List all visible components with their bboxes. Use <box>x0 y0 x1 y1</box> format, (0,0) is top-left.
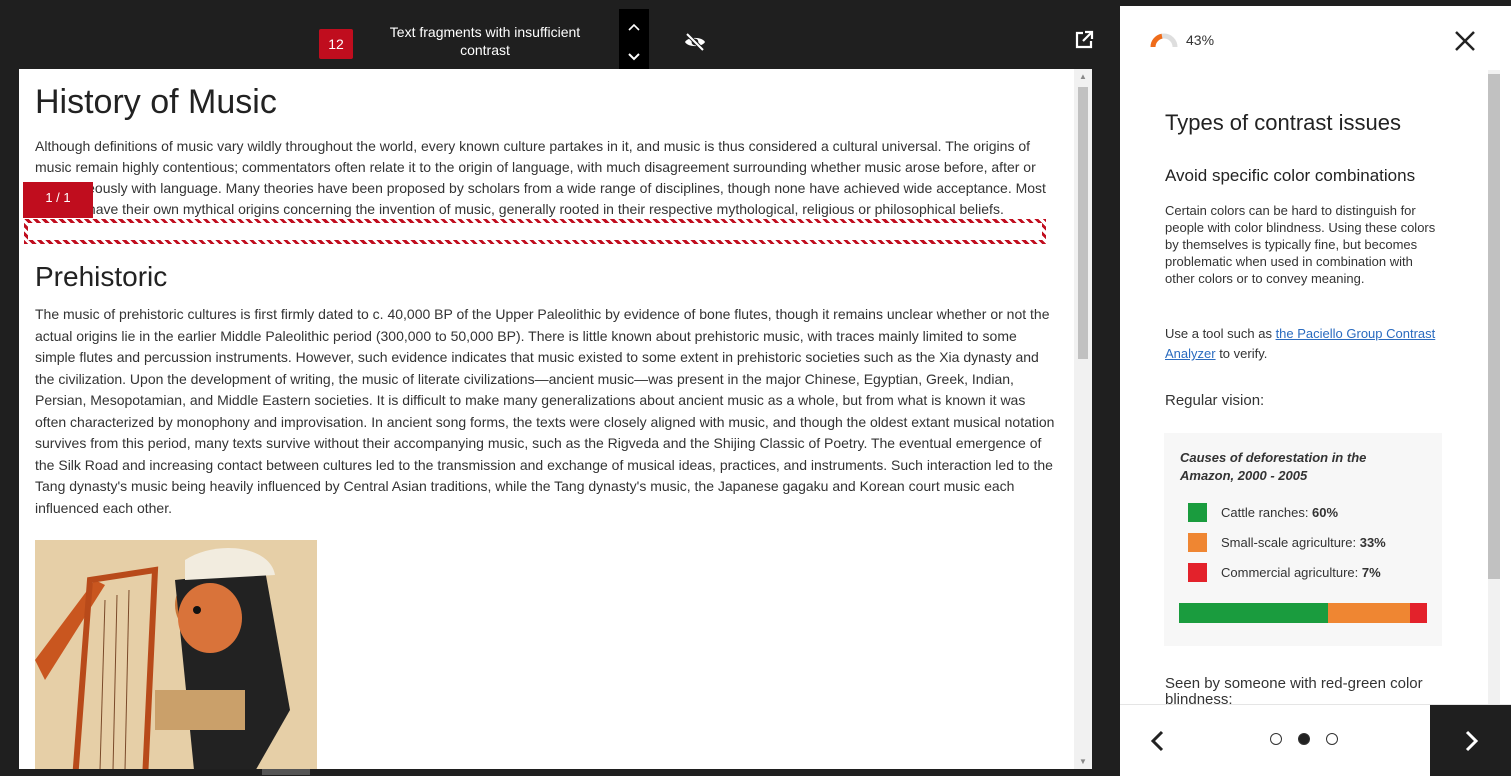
tool-recommendation: Use a tool such as the Paciello Group Co… <box>1165 324 1440 364</box>
contrast-toolbar: 12 Text fragments with insufficient cont… <box>19 6 1120 72</box>
chevron-up-icon <box>628 23 640 31</box>
issue-type-label: Text fragments with insufficient contras… <box>389 24 581 58</box>
horizontal-scroll-thumb[interactable] <box>262 769 310 775</box>
progress-indicator: 43% <box>1150 32 1214 48</box>
stacked-bar-segment <box>1179 603 1328 623</box>
legend-value: 7% <box>1361 565 1381 580</box>
tool-suffix: to verify. <box>1215 346 1268 361</box>
legend-text: Cattle ranches: 60% <box>1221 505 1338 520</box>
legend-label: Cattle ranches: <box>1221 505 1313 520</box>
pager-dot[interactable] <box>1326 733 1338 745</box>
legend-item: Small-scale agriculture: 33% <box>1188 533 1386 552</box>
page-content: History of Music Although definitions of… <box>19 69 1074 769</box>
pager-dot[interactable] <box>1298 733 1310 745</box>
section-paragraph: The music of prehistoric cultures is fir… <box>35 306 1055 516</box>
section-heading: Prehistoric <box>35 261 168 292</box>
eye-off-icon <box>685 32 705 52</box>
stacked-bar-segment <box>1327 603 1410 623</box>
chevron-down-icon <box>628 53 640 61</box>
chevron-right-icon <box>1465 730 1478 751</box>
legend-text: Small-scale agriculture: 33% <box>1221 535 1386 550</box>
issue-index-tag: 1 / 1 <box>23 182 93 218</box>
page-title: History of Music <box>35 83 277 121</box>
close-icon <box>1455 31 1475 51</box>
progress-gauge-icon <box>1150 33 1178 48</box>
regular-vision-label: Regular vision: <box>1165 392 1265 409</box>
legend-value: 33% <box>1359 535 1386 550</box>
panel-scrollbar[interactable] <box>1488 70 1500 704</box>
legend-swatch <box>1188 563 1207 582</box>
close-panel-button[interactable] <box>1450 26 1480 56</box>
scroll-down-arrow-icon[interactable]: ▼ <box>1078 757 1088 767</box>
previous-page-button[interactable] <box>1144 727 1172 755</box>
example-chart-title: Causes of deforestation in the Amazon, 2… <box>1180 450 1367 483</box>
legend-swatch <box>1188 503 1207 522</box>
legend-swatch <box>1188 533 1207 552</box>
horizontal-scrollbar[interactable] <box>19 769 1120 775</box>
panel-title: Types of contrast issues <box>1165 110 1401 135</box>
stacked-bar <box>1179 603 1427 623</box>
colorblind-vision-label: Seen by someone with red-green color bli… <box>1165 676 1423 704</box>
help-panel: 43% Types of contrast issues Avoid speci… <box>1120 6 1511 776</box>
content-scroll-thumb[interactable] <box>1078 87 1088 359</box>
pager-dot[interactable] <box>1270 733 1282 745</box>
example-chart-card: Causes of deforestation in the Amazon, 2… <box>1164 433 1442 646</box>
previous-issue-button[interactable] <box>619 13 649 41</box>
pager-dots <box>1270 733 1338 745</box>
progress-percent: 43% <box>1186 32 1215 48</box>
left-edge <box>0 0 19 775</box>
panel-description: Certain colors can be hard to distinguis… <box>1165 203 1436 286</box>
legend-item: Cattle ranches: 60% <box>1188 503 1338 522</box>
legend-item: Commercial agriculture: 7% <box>1188 563 1381 582</box>
chevron-left-icon <box>1150 730 1164 752</box>
next-issue-button[interactable] <box>619 43 649 71</box>
stacked-bar-segment <box>1409 603 1427 623</box>
tool-prefix: Use a tool such as <box>1165 326 1276 341</box>
divider-gap <box>1092 69 1120 775</box>
legend-label: Commercial agriculture: <box>1221 565 1362 580</box>
open-external-button[interactable] <box>1074 30 1096 52</box>
next-page-button[interactable] <box>1430 705 1511 776</box>
intro-paragraph: Although definitions of music vary wildl… <box>35 138 1046 217</box>
legend-label: Small-scale agriculture: <box>1221 535 1360 550</box>
content-scrollbar[interactable]: ▲ ▼ <box>1074 69 1092 769</box>
panel-scroll-thumb[interactable] <box>1488 74 1500 579</box>
contrast-issue-highlight[interactable] <box>24 219 1046 244</box>
issue-navigation <box>619 9 649 72</box>
harpist-painting-image <box>35 540 317 769</box>
toggle-highlight-button[interactable] <box>683 30 707 54</box>
external-link-icon <box>1075 30 1094 49</box>
scroll-up-arrow-icon[interactable]: ▲ <box>1078 72 1088 82</box>
legend-value: 60% <box>1312 505 1339 520</box>
panel-pager <box>1120 704 1511 776</box>
issue-count-badge: 12 <box>319 29 353 59</box>
panel-subtitle: Avoid specific color combinations <box>1165 166 1416 185</box>
legend-text: Commercial agriculture: 7% <box>1221 565 1381 580</box>
